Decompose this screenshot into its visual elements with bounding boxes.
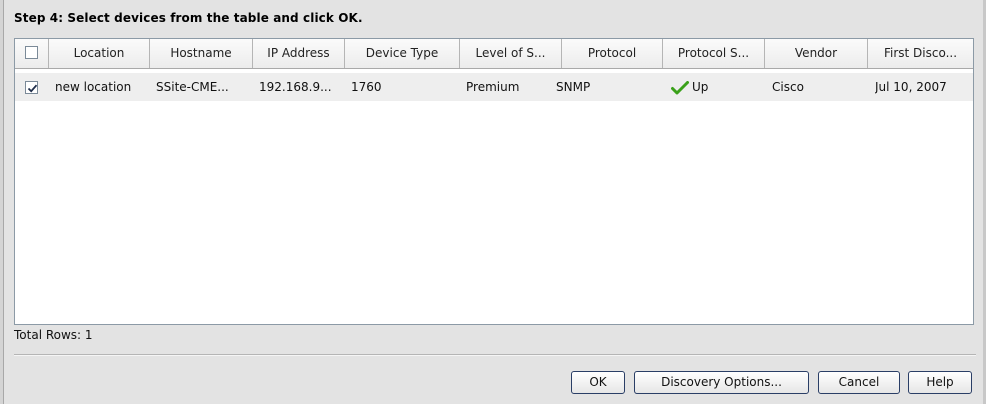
column-header-first-discovered[interactable]: First Disco...: [868, 39, 973, 68]
column-header-level-of-service[interactable]: Level of S...: [460, 39, 562, 68]
row-checkbox[interactable]: [25, 81, 38, 94]
cell-device-type: 1760: [351, 80, 382, 94]
device-table: Location Hostname IP Address Device Type…: [14, 38, 974, 325]
cell-ip-address: 192.168.9...: [259, 80, 332, 94]
divider: [14, 354, 976, 356]
select-all-checkbox[interactable]: [25, 46, 38, 59]
cell-location: new location: [55, 80, 132, 94]
column-header-location[interactable]: Location: [49, 39, 150, 68]
discovery-options-button[interactable]: Discovery Options...: [634, 371, 809, 394]
cancel-button[interactable]: Cancel: [818, 371, 900, 394]
table-header: Location Hostname IP Address Device Type…: [15, 39, 973, 69]
ok-button[interactable]: OK: [571, 371, 625, 394]
cell-protocol-status: Up: [671, 73, 763, 101]
cell-protocol: SNMP: [556, 80, 591, 94]
cell-level-of-service: Premium: [466, 80, 520, 94]
step-title: Step 4: Select devices from the table an…: [14, 11, 363, 25]
header-select-all[interactable]: [15, 39, 49, 68]
checkmark-icon: [27, 84, 38, 93]
protocol-status-label: Up: [692, 80, 709, 94]
cell-vendor: Cisco: [772, 80, 804, 94]
cell-first-discovered: Jul 10, 2007: [875, 80, 947, 94]
cell-hostname: SSite-CME...: [156, 80, 229, 94]
table-row[interactable]: new location SSite-CME... 192.168.9... 1…: [15, 73, 973, 101]
column-header-hostname[interactable]: Hostname: [150, 39, 253, 68]
column-header-device-type[interactable]: Device Type: [345, 39, 460, 68]
column-header-protocol[interactable]: Protocol: [562, 39, 663, 68]
total-rows-label: Total Rows: 1: [14, 328, 93, 342]
column-header-ip-address[interactable]: IP Address: [253, 39, 345, 68]
column-header-vendor[interactable]: Vendor: [765, 39, 868, 68]
column-header-protocol-status[interactable]: Protocol S...: [663, 39, 765, 68]
window-left-edge: [0, 0, 4, 404]
check-icon: [671, 80, 689, 94]
help-button[interactable]: Help: [908, 371, 972, 394]
